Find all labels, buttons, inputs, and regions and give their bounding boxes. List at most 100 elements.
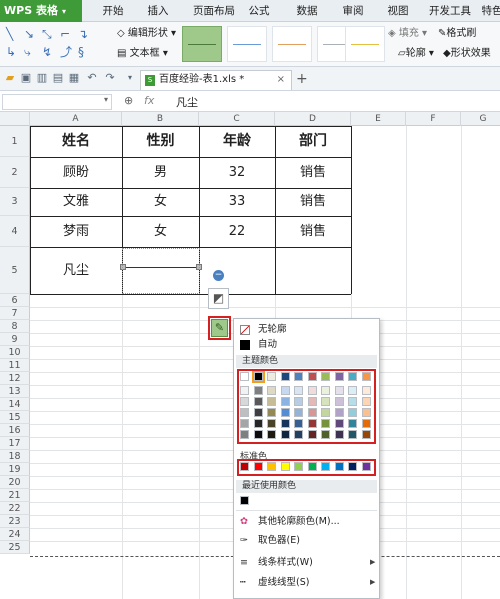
row-header[interactable]: 14 bbox=[0, 398, 30, 411]
save-icon[interactable]: ▣ bbox=[20, 72, 32, 84]
table-cell[interactable]: 凡尘 bbox=[30, 247, 122, 294]
tab-formula[interactable]: 公式 bbox=[245, 0, 273, 22]
row-header[interactable]: 1 bbox=[0, 126, 30, 157]
table-cell[interactable]: 33 bbox=[199, 188, 275, 216]
collapse-icon[interactable]: − bbox=[213, 270, 224, 281]
edit-shape-button[interactable]: ◇ 编辑形状 ▾ bbox=[117, 27, 176, 41]
header-cell-age[interactable]: 年龄 bbox=[199, 126, 275, 157]
curve-shape-icon[interactable]: ⤷ bbox=[24, 46, 31, 58]
row-header[interactable]: 20 bbox=[0, 476, 30, 489]
row-header[interactable]: 12 bbox=[0, 372, 30, 385]
table-cell[interactable]: 销售 bbox=[275, 216, 351, 247]
tab-page-layout[interactable]: 页面布局 bbox=[186, 0, 242, 22]
tab-home[interactable]: 开始 bbox=[98, 0, 128, 22]
row-header[interactable]: 3 bbox=[0, 188, 30, 216]
row-header[interactable]: 7 bbox=[0, 307, 30, 320]
name-box-dropdown-icon[interactable]: ▾ bbox=[104, 95, 108, 104]
print-preview-icon[interactable]: ▦ bbox=[68, 72, 80, 84]
column-header-b[interactable]: B bbox=[122, 112, 199, 126]
document-tab[interactable]: S 百度经验-表1.xls * × bbox=[140, 70, 292, 90]
elbow-arrow-shape-icon[interactable]: ↴ bbox=[78, 28, 88, 40]
export-icon[interactable]: ▥ bbox=[36, 72, 48, 84]
tab-review[interactable]: 审阅 bbox=[339, 0, 367, 22]
menu-item-more-colors[interactable]: ✿ 其他轮廓颜色(M)... bbox=[240, 515, 340, 529]
line-style-2[interactable] bbox=[227, 26, 267, 62]
row-header[interactable]: 8 bbox=[0, 320, 30, 333]
table-cell[interactable]: 顾盼 bbox=[30, 157, 122, 188]
menu-item-line-style[interactable]: ≡ 线条样式(W) bbox=[240, 556, 313, 570]
tab-data[interactable]: 数据 bbox=[293, 0, 321, 22]
row-header[interactable]: 15 bbox=[0, 411, 30, 424]
row-header[interactable]: 9 bbox=[0, 333, 30, 346]
redo-icon[interactable]: ↷ bbox=[104, 72, 116, 84]
menu-item-auto[interactable]: 自动 bbox=[240, 338, 277, 352]
row-header[interactable]: 5 bbox=[0, 247, 30, 294]
outline-button[interactable]: ▱轮廓 ▾ bbox=[398, 47, 434, 61]
outline-float-button[interactable]: ✎ bbox=[211, 319, 228, 337]
column-header-d[interactable]: D bbox=[275, 112, 351, 126]
header-cell-department[interactable]: 部门 bbox=[275, 126, 351, 157]
column-header-e[interactable]: E bbox=[351, 112, 406, 126]
header-cell-name[interactable]: 姓名 bbox=[30, 126, 122, 157]
close-tab-icon[interactable]: × bbox=[277, 71, 285, 89]
column-header-g[interactable]: G bbox=[461, 112, 500, 126]
row-header[interactable]: 16 bbox=[0, 424, 30, 437]
row-header[interactable]: 2 bbox=[0, 157, 30, 188]
row-header[interactable]: 18 bbox=[0, 450, 30, 463]
formula-input[interactable]: 凡尘 bbox=[176, 94, 198, 110]
table-cell[interactable]: 文雅 bbox=[30, 188, 122, 216]
double-arrow-shape-icon[interactable]: ⤡ bbox=[42, 28, 52, 40]
table-cell[interactable]: 32 bbox=[199, 157, 275, 188]
add-tab-icon[interactable]: + bbox=[296, 70, 308, 88]
table-cell[interactable]: 梦雨 bbox=[30, 216, 122, 247]
row-header[interactable]: 11 bbox=[0, 359, 30, 372]
fx-icon[interactable]: fx bbox=[144, 94, 154, 107]
row-header[interactable]: 17 bbox=[0, 437, 30, 450]
row-header[interactable]: 19 bbox=[0, 463, 30, 476]
select-all-corner[interactable] bbox=[0, 112, 30, 126]
table-cell[interactable]: 女 bbox=[122, 216, 199, 247]
elbow-shape-icon[interactable]: ⌐ bbox=[60, 28, 70, 40]
line-shape-icon[interactable]: ╲ bbox=[6, 28, 13, 40]
curve-double-shape-icon[interactable]: ⤴ bbox=[60, 46, 72, 58]
format-brush-button[interactable]: ✎格式刷 bbox=[438, 27, 476, 41]
row-header[interactable]: 25 bbox=[0, 541, 30, 554]
row-header[interactable]: 23 bbox=[0, 515, 30, 528]
line-style-1[interactable] bbox=[182, 26, 222, 62]
fill-button[interactable]: ◈ 填充 ▾ bbox=[388, 27, 427, 41]
table-cell[interactable]: 销售 bbox=[275, 157, 351, 188]
row-header[interactable]: 13 bbox=[0, 385, 30, 398]
row-header[interactable]: 6 bbox=[0, 294, 30, 307]
text-box-button[interactable]: ▤ 文本框 ▾ bbox=[117, 47, 168, 61]
recent-color-swatch[interactable] bbox=[240, 496, 249, 505]
open-folder-icon[interactable]: ▰ bbox=[4, 72, 16, 84]
elbow-double-shape-icon[interactable]: ↳ bbox=[6, 46, 16, 58]
zoom-icon[interactable]: ⊕ bbox=[124, 94, 133, 107]
app-menu-button[interactable]: WPS 表格 ▾ bbox=[0, 0, 82, 22]
menu-item-dash-style[interactable]: ┅ 虚线线型(S) bbox=[240, 576, 309, 590]
freeform-shape-icon[interactable]: § bbox=[78, 46, 84, 58]
shape-style-float-button[interactable]: ◩ bbox=[208, 288, 229, 309]
tab-developer[interactable]: 开发工具 bbox=[424, 0, 476, 22]
tab-view[interactable]: 视图 bbox=[384, 0, 412, 22]
table-cell[interactable]: 女 bbox=[122, 188, 199, 216]
column-header-f[interactable]: F bbox=[406, 112, 461, 126]
undo-icon[interactable]: ↶ bbox=[86, 72, 98, 84]
table-cell[interactable]: 男 bbox=[122, 157, 199, 188]
tab-insert[interactable]: 插入 bbox=[143, 0, 173, 22]
header-cell-gender[interactable]: 性别 bbox=[122, 126, 199, 157]
line-style-3[interactable] bbox=[272, 26, 312, 62]
curve-arrow-shape-icon[interactable]: ↯ bbox=[42, 46, 52, 58]
table-cell[interactable]: 22 bbox=[199, 216, 275, 247]
tab-special[interactable]: 特色 bbox=[480, 0, 500, 22]
menu-item-eyedropper[interactable]: ✑ 取色器(E) bbox=[240, 534, 300, 548]
column-header-a[interactable]: A bbox=[30, 112, 122, 126]
column-header-c[interactable]: C bbox=[199, 112, 275, 126]
print-icon[interactable]: ▤ bbox=[52, 72, 64, 84]
menu-item-no-outline[interactable]: 无轮廓 bbox=[240, 323, 287, 337]
row-header[interactable]: 24 bbox=[0, 528, 30, 541]
row-header[interactable]: 10 bbox=[0, 346, 30, 359]
row-header[interactable]: 21 bbox=[0, 489, 30, 502]
shape-gallery[interactable]: ╲ ↘ ⤡ ⌐ ↴ ↳ ⤷ ↯ ⤴ § bbox=[4, 26, 99, 64]
customize-toolbar-icon[interactable]: ▾ bbox=[124, 72, 136, 84]
